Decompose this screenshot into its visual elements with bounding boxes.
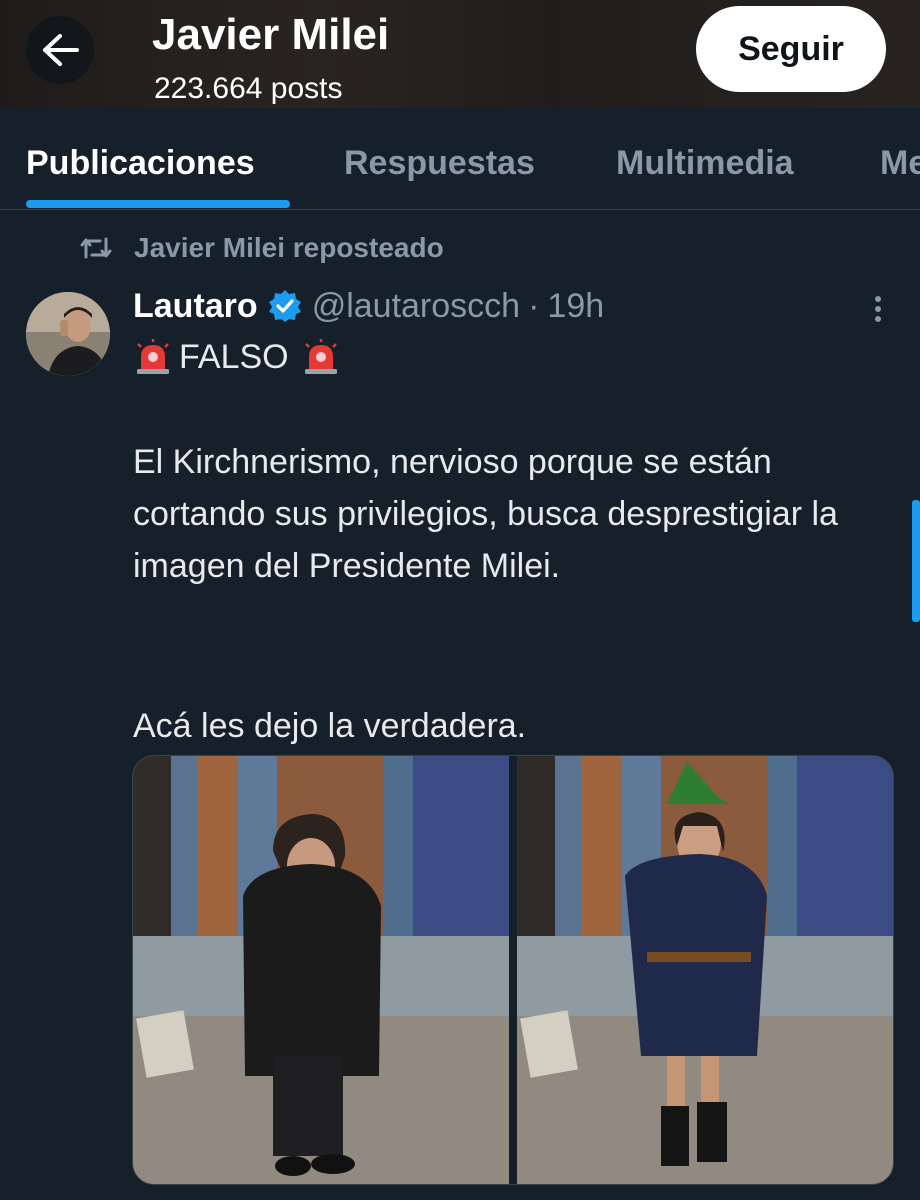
profile-tabs: Publicaciones Respuestas Multimedia Me <box>0 108 920 210</box>
tweet-media <box>132 755 894 1185</box>
author-name[interactable]: Lautaro <box>133 287 258 326</box>
author-handle[interactable]: @lautaroscch <box>312 287 520 326</box>
tweet-headline: FALSO <box>179 338 289 376</box>
photo-man-coat <box>133 756 509 1184</box>
post-count: 223.664 posts <box>154 72 343 105</box>
siren-icon <box>137 339 169 374</box>
repost-context[interactable]: Javier Milei reposteado <box>78 228 444 268</box>
media-photo-1[interactable] <box>133 756 509 1184</box>
tab-more[interactable]: Me <box>880 144 920 183</box>
tweet-paragraph-1: El Kirchnerismo, nervioso porque se está… <box>133 443 838 585</box>
more-options-icon[interactable] <box>866 292 890 326</box>
profile-header: Javier Milei 223.664 posts Seguir <box>0 0 920 108</box>
tweet-timestamp[interactable]: 19h <box>547 287 604 326</box>
media-photo-2[interactable] <box>517 756 893 1184</box>
tab-respuestas[interactable]: Respuestas <box>344 144 535 183</box>
active-tab-indicator <box>26 200 290 208</box>
separator-dot: · <box>528 286 540 325</box>
profile-name: Javier Milei <box>152 10 390 59</box>
verified-badge-icon <box>268 290 301 322</box>
arrow-left-icon <box>43 34 79 66</box>
siren-icon <box>304 339 337 374</box>
repost-icon <box>80 237 112 259</box>
tab-publicaciones[interactable]: Publicaciones <box>26 144 255 183</box>
tweet-paragraph-2: Acá les dejo la verdadera. <box>133 707 527 745</box>
repost-label: Javier Milei reposteado <box>134 232 444 263</box>
avatar-image <box>26 292 110 376</box>
tab-multimedia[interactable]: Multimedia <box>616 144 794 183</box>
scrollbar-thumb[interactable] <box>912 500 920 622</box>
tweet-body: FALSO El Kirchnerismo, nervioso porque s… <box>133 336 893 745</box>
tweet-header: Lautaro @lautaroscch · 19h <box>133 284 604 328</box>
tweet-headline-line: FALSO <box>133 336 893 378</box>
photo-man-elf-costume <box>517 756 893 1184</box>
follow-button[interactable]: Seguir <box>696 6 886 92</box>
avatar[interactable] <box>26 292 110 376</box>
back-button[interactable] <box>26 16 94 84</box>
